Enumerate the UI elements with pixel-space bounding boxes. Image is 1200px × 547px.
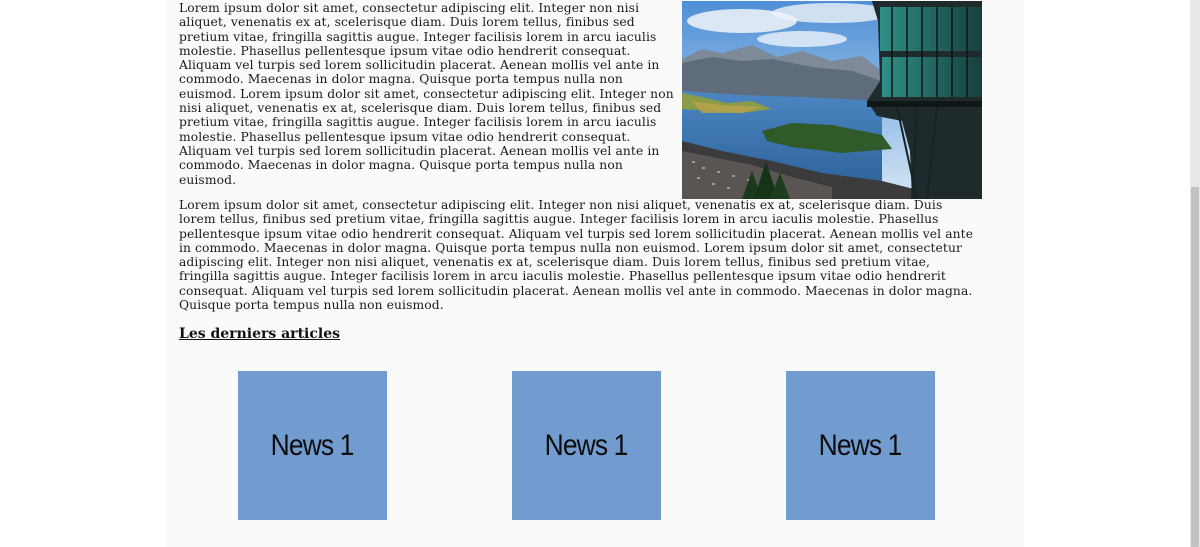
page-container: Lorem ipsum dolor sit amet, consectetur … [167, 0, 1024, 547]
news-card-3[interactable]: News 1 [786, 371, 935, 520]
news-card-label: News 1 [271, 428, 355, 462]
hero-image [682, 1, 982, 199]
article-paragraph-2: Lorem ipsum dolor sit amet, consectetur … [179, 198, 974, 313]
scrollbar-thumb[interactable] [1191, 187, 1199, 547]
news-card-1[interactable]: News 1 [238, 371, 387, 520]
news-card-2[interactable]: News 1 [512, 371, 661, 520]
latest-articles-heading: Les derniers articles [179, 326, 340, 342]
article-paragraph-1: Lorem ipsum dolor sit amet, consectetur … [179, 1, 674, 187]
news-card-label: News 1 [545, 428, 629, 462]
news-card-label: News 1 [819, 428, 903, 462]
vertical-scrollbar[interactable] [1190, 0, 1200, 547]
